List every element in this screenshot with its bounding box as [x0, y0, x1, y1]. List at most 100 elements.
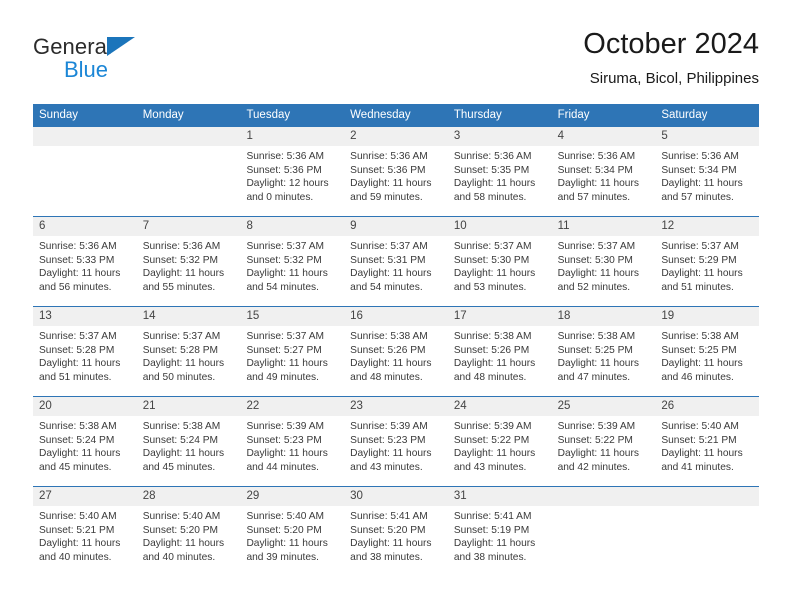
- day-number: 14: [136, 307, 241, 326]
- calendar-day-cell[interactable]: 11 Sunrise: 5:37 AM Sunset: 5:30 PM Dayligh…: [551, 217, 656, 306]
- weekday-header-saturday: Saturday: [661, 109, 708, 121]
- day-detail-line: and 52 minutes.: [557, 281, 631, 293]
- day-detail-line: and 42 minutes.: [557, 461, 631, 473]
- calendar-day-cell[interactable]: 15 Sunrise: 5:37 AM Sunset: 5:27 PM Dayligh…: [240, 307, 345, 396]
- calendar-day-cell[interactable]: 29 Sunrise: 5:40 AM Sunset: 5:20 PM Dayligh…: [240, 487, 345, 576]
- page-subtitle: Siruma, Bicol, Philippines: [589, 70, 759, 87]
- day-number: 5: [655, 127, 760, 146]
- calendar-day-cell[interactable]: 24 Sunrise: 5:39 AM Sunset: 5:22 PM Dayligh…: [447, 397, 552, 486]
- calendar-day-cell[interactable]: 4 Sunrise: 5:36 AM Sunset: 5:34 PM Daylight…: [551, 127, 656, 216]
- day-detail-line: and 41 minutes.: [661, 461, 734, 473]
- day-detail-lines: Sunrise: 5:38 AM Sunset: 5:24 PM Daylight:…: [33, 416, 137, 474]
- day-detail-line: and 40 minutes.: [142, 551, 216, 563]
- day-number: 2: [344, 127, 448, 146]
- day-detail-line: Sunrise: 5:37 AM: [39, 331, 117, 342]
- calendar-day-cell[interactable]: 21 Sunrise: 5:38 AM Sunset: 5:24 PM Dayligh…: [136, 397, 241, 486]
- day-number: 15: [240, 307, 345, 326]
- calendar-day-cell[interactable]: 7 Sunrise: 5:36 AM Sunset: 5:32 PM Daylight…: [136, 217, 241, 306]
- calendar-day-cell[interactable]: 5 Sunrise: 5:36 AM Sunset: 5:34 PM Daylight…: [655, 127, 760, 216]
- day-detail-line: and 51 minutes.: [39, 371, 112, 383]
- day-detail-line: and 49 minutes.: [246, 371, 319, 383]
- day-detail-line: Sunrise: 5:40 AM: [661, 421, 739, 432]
- calendar-day-cell[interactable]: 27 Sunrise: 5:40 AM Sunset: 5:21 PM Dayligh…: [33, 487, 137, 576]
- day-detail-line: Sunset: 5:28 PM: [142, 344, 219, 356]
- day-number: [136, 127, 241, 146]
- day-detail-line: Daylight: 11 hours: [350, 448, 432, 460]
- day-number: 13: [33, 307, 137, 326]
- day-detail-line: Sunset: 5:21 PM: [661, 434, 737, 446]
- calendar-day-cell[interactable]: 17 Sunrise: 5:38 AM Sunset: 5:26 PM Dayligh…: [447, 307, 552, 396]
- day-number: 11: [551, 217, 656, 236]
- calendar-day-cell[interactable]: 23 Sunrise: 5:39 AM Sunset: 5:23 PM Dayligh…: [344, 397, 448, 486]
- day-detail-line: Sunset: 5:25 PM: [557, 344, 633, 356]
- calendar-day-cell-empty: [551, 487, 656, 576]
- calendar-day-cell-empty: [136, 127, 241, 216]
- day-detail-line: Sunrise: 5:37 AM: [246, 241, 325, 252]
- day-detail-line: Sunset: 5:22 PM: [453, 434, 530, 446]
- page-title: October 2024: [583, 28, 759, 60]
- weekday-header-thursday: Thursday: [453, 109, 502, 121]
- day-detail-line: Sunset: 5:23 PM: [246, 434, 322, 446]
- day-number: 3: [447, 127, 552, 146]
- calendar-day-cell[interactable]: 9 Sunrise: 5:37 AM Sunset: 5:31 PM Daylight…: [344, 217, 448, 306]
- calendar-day-cell[interactable]: 10 Sunrise: 5:37 AM Sunset: 5:30 PM Dayligh…: [447, 217, 552, 306]
- day-detail-line: Sunrise: 5:39 AM: [453, 421, 532, 432]
- weekday-header-sunday: Sunday: [39, 109, 79, 121]
- day-number: 18: [551, 307, 656, 326]
- day-detail-lines: Sunrise: 5:41 AM Sunset: 5:19 PM Daylight:…: [448, 506, 552, 564]
- calendar-day-cell[interactable]: 30 Sunrise: 5:41 AM Sunset: 5:20 PM Dayligh…: [344, 487, 448, 576]
- day-detail-lines: Sunrise: 5:36 AM Sunset: 5:34 PM Daylight:…: [655, 146, 759, 204]
- day-detail-lines: Sunrise: 5:38 AM Sunset: 5:24 PM Daylight:…: [137, 416, 241, 474]
- day-detail-line: Sunrise: 5:38 AM: [39, 421, 117, 432]
- calendar-day-cell[interactable]: 12 Sunrise: 5:37 AM Sunset: 5:29 PM Dayligh…: [655, 217, 760, 306]
- day-number: 17: [447, 307, 552, 326]
- calendar-day-cell[interactable]: 8 Sunrise: 5:37 AM Sunset: 5:32 PM Daylight…: [240, 217, 345, 306]
- calendar-weeks: 1 Sunrise: 5:36 AM Sunset: 5:36 PM Daylight…: [33, 127, 760, 576]
- day-detail-line: and 48 minutes.: [350, 371, 423, 383]
- day-number: 23: [344, 397, 448, 416]
- day-detail-line: Daylight: 11 hours: [142, 538, 225, 550]
- day-detail-line: Sunset: 5:32 PM: [246, 254, 322, 266]
- day-number: [33, 127, 137, 146]
- day-detail-lines: Sunrise: 5:39 AM Sunset: 5:23 PM Daylight:…: [344, 416, 448, 474]
- calendar-day-cell[interactable]: 20 Sunrise: 5:38 AM Sunset: 5:24 PM Dayligh…: [33, 397, 137, 486]
- day-number: 6: [33, 217, 137, 236]
- day-detail-line: and 46 minutes.: [661, 371, 734, 383]
- day-detail-line: Daylight: 11 hours: [453, 268, 536, 280]
- calendar-day-cell[interactable]: 19 Sunrise: 5:38 AM Sunset: 5:25 PM Dayligh…: [655, 307, 760, 396]
- calendar-day-cell-empty: [655, 487, 760, 576]
- day-detail-line: Daylight: 11 hours: [142, 268, 225, 280]
- calendar-day-cell[interactable]: 25 Sunrise: 5:39 AM Sunset: 5:22 PM Dayligh…: [551, 397, 656, 486]
- day-detail-line: Sunset: 5:20 PM: [142, 524, 219, 536]
- calendar-page: General Blue October 2024 Siruma, Bicol,…: [0, 0, 792, 612]
- calendar-day-cell[interactable]: 3 Sunrise: 5:36 AM Sunset: 5:35 PM Daylight…: [447, 127, 552, 216]
- weekday-header-friday: Friday: [557, 109, 590, 121]
- calendar-day-cell[interactable]: 13 Sunrise: 5:37 AM Sunset: 5:28 PM Dayligh…: [33, 307, 137, 396]
- calendar-day-cell[interactable]: 16 Sunrise: 5:38 AM Sunset: 5:26 PM Dayligh…: [344, 307, 448, 396]
- day-detail-line: Sunrise: 5:36 AM: [142, 241, 221, 252]
- day-number: 30: [344, 487, 448, 506]
- calendar-day-cell[interactable]: 26 Sunrise: 5:40 AM Sunset: 5:21 PM Dayligh…: [655, 397, 760, 486]
- day-detail-line: and 38 minutes.: [453, 551, 527, 563]
- day-detail-line: Sunset: 5:28 PM: [39, 344, 115, 356]
- day-detail-lines: Sunrise: 5:37 AM Sunset: 5:28 PM Daylight:…: [33, 326, 137, 384]
- calendar-week-row: 27 Sunrise: 5:40 AM Sunset: 5:21 PM Dayligh…: [33, 486, 760, 576]
- calendar-week-row: 13 Sunrise: 5:37 AM Sunset: 5:28 PM Dayligh…: [33, 306, 760, 396]
- calendar-day-cell[interactable]: 22 Sunrise: 5:39 AM Sunset: 5:23 PM Dayligh…: [240, 397, 345, 486]
- calendar-day-cell[interactable]: 14 Sunrise: 5:37 AM Sunset: 5:28 PM Dayligh…: [136, 307, 241, 396]
- calendar-day-cell[interactable]: 1 Sunrise: 5:36 AM Sunset: 5:36 PM Daylight…: [240, 127, 345, 216]
- day-detail-line: and 45 minutes.: [39, 461, 112, 473]
- day-detail-line: Daylight: 11 hours: [557, 358, 639, 370]
- calendar-day-cell[interactable]: 2 Sunrise: 5:36 AM Sunset: 5:36 PM Daylight…: [344, 127, 448, 216]
- calendar-day-cell[interactable]: 28 Sunrise: 5:40 AM Sunset: 5:20 PM Dayligh…: [136, 487, 241, 576]
- day-detail-lines: Sunrise: 5:38 AM Sunset: 5:25 PM Daylight:…: [552, 326, 656, 384]
- day-detail-line: Sunset: 5:20 PM: [350, 524, 426, 536]
- day-detail-line: and 38 minutes.: [350, 551, 423, 563]
- day-detail-line: and 55 minutes.: [142, 281, 216, 293]
- day-detail-line: Sunset: 5:31 PM: [350, 254, 426, 266]
- day-detail-line: Sunrise: 5:36 AM: [661, 151, 739, 162]
- calendar-day-cell[interactable]: 6 Sunrise: 5:36 AM Sunset: 5:33 PM Daylight…: [33, 217, 137, 306]
- calendar-day-cell[interactable]: 31 Sunrise: 5:41 AM Sunset: 5:19 PM Dayligh…: [447, 487, 552, 576]
- calendar-day-cell[interactable]: 18 Sunrise: 5:38 AM Sunset: 5:25 PM Dayligh…: [551, 307, 656, 396]
- day-detail-lines: Sunrise: 5:37 AM Sunset: 5:29 PM Daylight:…: [655, 236, 759, 294]
